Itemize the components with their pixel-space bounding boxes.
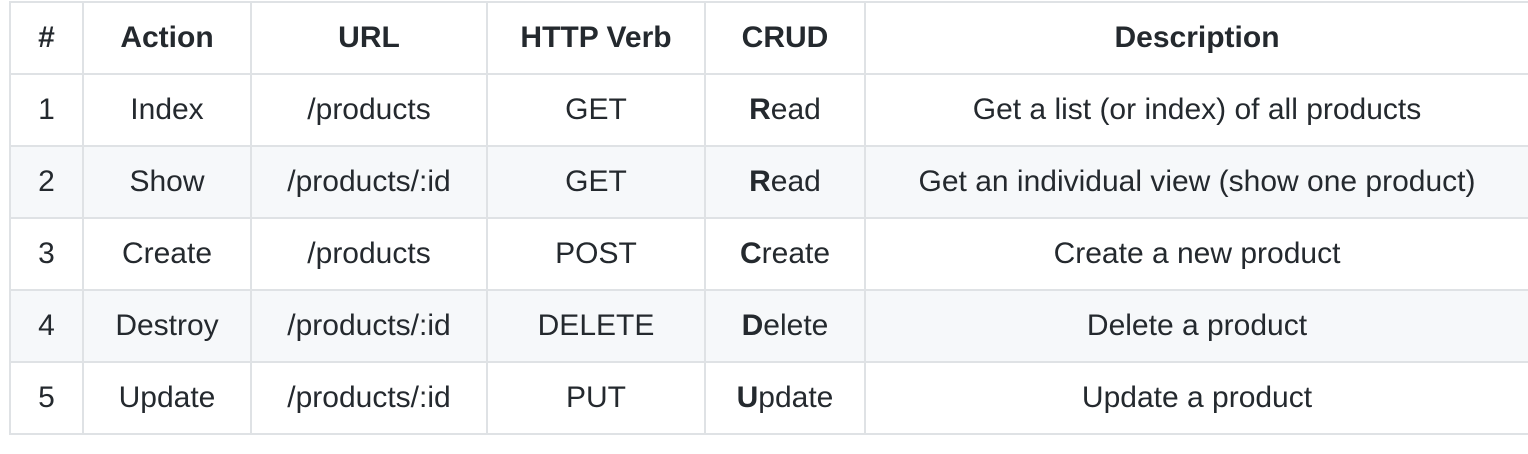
crud-rest: ead (770, 93, 821, 126)
cell-action: Index (82, 73, 252, 147)
header-url: URL (250, 1, 488, 75)
table-header: # Action URL HTTP Verb CRUD Description (9, 1, 1528, 75)
crud-initial: D (741, 309, 764, 342)
header-description: Description (864, 1, 1528, 75)
cell-http-verb: POST (486, 217, 706, 291)
header-http-verb: HTTP Verb (486, 1, 706, 75)
cell-crud: Read (704, 145, 866, 219)
crud-rest: pdate (758, 381, 834, 414)
header-row: # Action URL HTTP Verb CRUD Description (9, 1, 1528, 75)
header-action: Action (82, 1, 252, 75)
cell-url: /products/:id (250, 361, 488, 435)
cell-url: /products (250, 217, 488, 291)
cell-crud: Delete (704, 289, 866, 363)
cell-action: Destroy (82, 289, 252, 363)
cell-crud: Read (704, 73, 866, 147)
cell-url: /products/:id (250, 145, 488, 219)
table-row: 2 Show /products/:id GET Read Get an ind… (9, 145, 1528, 219)
cell-number: 4 (9, 289, 84, 363)
cell-description: Get an individual view (show one product… (864, 145, 1528, 219)
cell-action: Update (82, 361, 252, 435)
cell-number: 1 (9, 73, 84, 147)
cell-description: Delete a product (864, 289, 1528, 363)
table-row: 3 Create /products POST Create Create a … (9, 217, 1528, 291)
cell-crud: Update (704, 361, 866, 435)
crud-rest: reate (761, 237, 831, 270)
cell-http-verb: DELETE (486, 289, 706, 363)
crud-initial: U (736, 381, 759, 414)
cell-http-verb: GET (486, 73, 706, 147)
table-row: 4 Destroy /products/:id DELETE Delete De… (9, 289, 1528, 363)
header-number: # (9, 1, 84, 75)
header-crud: CRUD (704, 1, 866, 75)
cell-number: 5 (9, 361, 84, 435)
crud-rest: ead (770, 165, 821, 198)
cell-description: Create a new product (864, 217, 1528, 291)
routes-table-container: # Action URL HTTP Verb CRUD Description … (9, 1, 1528, 435)
crud-initial: C (739, 237, 762, 270)
table-row: 5 Update /products/:id PUT Update Update… (9, 361, 1528, 435)
cell-url: /products (250, 73, 488, 147)
cell-url: /products/:id (250, 289, 488, 363)
cell-description: Get a list (or index) of all products (864, 73, 1528, 147)
cell-description: Update a product (864, 361, 1528, 435)
cell-number: 3 (9, 217, 84, 291)
crud-initial: R (749, 165, 771, 198)
cell-number: 2 (9, 145, 84, 219)
cell-action: Show (82, 145, 252, 219)
cell-http-verb: PUT (486, 361, 706, 435)
table-body: 1 Index /products GET Read Get a list (o… (9, 73, 1528, 435)
crud-initial: R (749, 93, 771, 126)
cell-http-verb: GET (486, 145, 706, 219)
crud-rest: elete (763, 309, 829, 342)
table-row: 1 Index /products GET Read Get a list (o… (9, 73, 1528, 147)
cell-crud: Create (704, 217, 866, 291)
routes-table: # Action URL HTTP Verb CRUD Description … (9, 1, 1528, 435)
cell-action: Create (82, 217, 252, 291)
